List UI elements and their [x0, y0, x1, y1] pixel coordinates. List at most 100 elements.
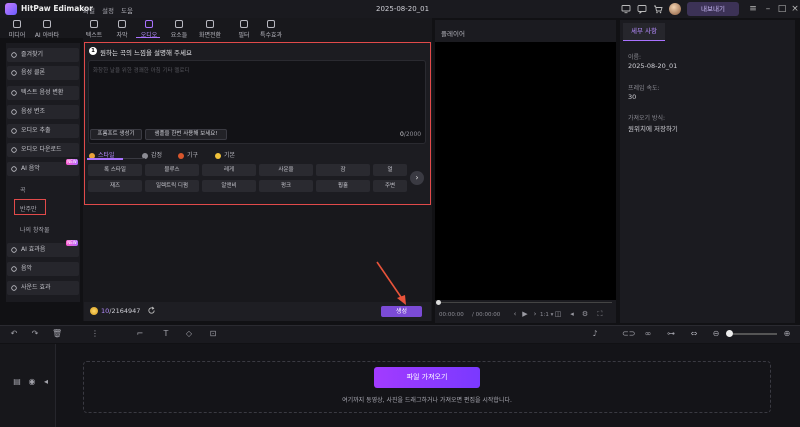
sidebar-item-sound-effect[interactable]: 사운드 효과: [7, 281, 79, 295]
ratio-value: 1:1: [540, 312, 549, 318]
zoom-knob[interactable]: [726, 330, 733, 337]
category-tab[interactable]: 기본: [215, 150, 235, 159]
sidebar-sub-song[interactable]: 곡: [20, 185, 26, 194]
tab-filter[interactable]: 필터: [229, 19, 259, 39]
settings-icon[interactable]: ⚙: [581, 310, 589, 318]
split-icon[interactable]: ⋮: [90, 329, 100, 339]
style-tag[interactable]: 사운울: [259, 164, 313, 176]
monitor-icon[interactable]: [621, 4, 631, 14]
magnet-icon[interactable]: ⊂⊃: [622, 329, 635, 339]
import-files-button[interactable]: 파일 가져오기: [374, 367, 480, 388]
menu-settings[interactable]: 설정: [102, 5, 114, 15]
tab-text[interactable]: 텍스트: [79, 19, 109, 39]
prompt-generator-button[interactable]: 프롬프트 생성기: [90, 129, 142, 140]
tab-subtitle[interactable]: 자막: [107, 19, 137, 39]
category-tab[interactable]: 감정: [142, 150, 162, 159]
tab-audio[interactable]: 오디오: [134, 19, 164, 39]
style-tag[interactable]: 훵훌: [316, 180, 370, 192]
detail-fps-value: 30: [628, 93, 637, 101]
time-current: 00:00:00: [439, 312, 464, 318]
close-icon[interactable]: ×: [790, 4, 800, 14]
style-tag[interactable]: 일렉트릭 디펌: [145, 180, 199, 192]
sidebar-item-tts[interactable]: 텍스트 음성 변환: [7, 86, 79, 100]
track-visibility-icon[interactable]: ◉: [27, 377, 37, 387]
tab-details[interactable]: 세부 사항: [623, 23, 665, 41]
user-avatar[interactable]: [669, 3, 681, 15]
snapshot-icon[interactable]: ◫: [554, 310, 562, 318]
menu-help[interactable]: 도움: [121, 5, 133, 15]
link-icon[interactable]: ∞: [643, 329, 653, 339]
tab-ai-avatar[interactable]: AI 아바타: [32, 19, 62, 39]
fit-icon[interactable]: ⇔: [689, 329, 699, 339]
next-frame-icon[interactable]: ›: [531, 310, 539, 318]
track-audio-icon[interactable]: ◂: [41, 377, 51, 387]
ai-music-icon: [11, 166, 17, 172]
menu-icon[interactable]: ≡: [748, 4, 758, 14]
sidebar-sub-my-creations[interactable]: 나의 창작물: [20, 225, 50, 234]
delete-icon[interactable]: 🗑: [52, 329, 62, 339]
style-tag[interactable]: 록 스타일: [88, 164, 142, 176]
category-emoji-icon: [178, 152, 184, 159]
redo-icon[interactable]: ↷: [30, 329, 40, 339]
category-label: 기본: [224, 152, 236, 159]
style-tag[interactable]: 알앤비: [202, 180, 256, 192]
style-tag[interactable]: 펑크: [259, 180, 313, 192]
try-sample-button[interactable]: 샘플을 한번 사용해 보세요!: [145, 129, 227, 140]
player-label: 플레이어: [441, 30, 465, 38]
style-tag[interactable]: 주변: [373, 180, 407, 192]
prev-frame-icon[interactable]: ‹: [511, 310, 519, 318]
text-tool-icon[interactable]: T: [161, 329, 171, 339]
freeze-icon[interactable]: ⊡: [208, 329, 218, 339]
style-tag[interactable]: 블루스: [145, 164, 199, 176]
detail-import-label: 가져오기 방식:: [628, 115, 666, 122]
voice-change-icon: [11, 109, 17, 115]
maximize-icon[interactable]: □: [777, 4, 787, 14]
fullscreen-icon[interactable]: ⛶: [596, 310, 604, 318]
sidebar-item-label: 즐겨찾기: [21, 51, 44, 58]
play-icon[interactable]: ▶: [521, 310, 529, 318]
undo-icon[interactable]: ↶: [9, 329, 19, 339]
player-progress-knob[interactable]: [436, 300, 441, 305]
cart-icon[interactable]: [653, 4, 663, 14]
style-tag[interactable]: 잠: [316, 164, 370, 176]
sidebar-item-label: 음성 변조: [21, 108, 45, 115]
tab-media[interactable]: 미디어: [2, 19, 32, 39]
tab-transition[interactable]: 화면전환: [195, 19, 225, 39]
sidebar-item-download[interactable]: 오디오 다운로드: [7, 143, 79, 157]
project-title: 2025-08-20_01: [376, 5, 430, 13]
volume-icon[interactable]: ◂: [568, 310, 576, 318]
refresh-icon[interactable]: [147, 306, 156, 315]
player-progress-track[interactable]: [439, 302, 612, 303]
minimize-icon[interactable]: –: [763, 4, 773, 14]
tab-elements[interactable]: 요소들: [164, 19, 194, 39]
crop-icon[interactable]: ⌐: [135, 329, 145, 339]
zoom-slider[interactable]: [733, 333, 777, 335]
sidebar-item-mic[interactable]: 오디오 추출: [7, 124, 79, 138]
marker-icon[interactable]: ◇: [184, 329, 194, 339]
style-tag[interactable]: 레게: [202, 164, 256, 176]
tags-next-button[interactable]: ›: [410, 171, 424, 185]
record-mic-icon[interactable]: ♪: [590, 329, 600, 339]
mic-icon: [11, 128, 17, 134]
sidebar-item-voice-change[interactable]: 음성 변조: [7, 105, 79, 119]
chain-icon[interactable]: ⊶: [666, 329, 676, 339]
category-tab[interactable]: 기구: [178, 150, 198, 159]
style-tag[interactable]: 재즈: [88, 180, 142, 192]
sidebar-item-label: AI 음악: [21, 165, 40, 172]
export-button[interactable]: 내보내기: [687, 2, 739, 16]
sidebar-item-voice-clone[interactable]: 음성 클론: [7, 66, 79, 80]
style-tag[interactable]: 얼: [373, 164, 407, 176]
music-icon: [11, 266, 17, 272]
sidebar-item-label: 오디오 추출: [21, 127, 51, 134]
sidebar-item-music[interactable]: 음악: [7, 262, 79, 276]
zoom-in-icon[interactable]: ⊕: [782, 329, 792, 339]
new-badge: NEW: [66, 240, 78, 246]
menu-file[interactable]: 파일: [83, 5, 95, 15]
player-screen[interactable]: [435, 42, 616, 300]
sidebar-item-star[interactable]: 즐겨찾기: [7, 48, 79, 62]
message-icon[interactable]: [637, 4, 647, 14]
track-video-icon[interactable]: ▤: [12, 377, 22, 387]
tab-effects[interactable]: 특수효과: [256, 19, 286, 39]
aspect-ratio[interactable]: 1:1 ▾: [540, 312, 553, 318]
zoom-out-icon[interactable]: ⊖: [711, 329, 721, 339]
